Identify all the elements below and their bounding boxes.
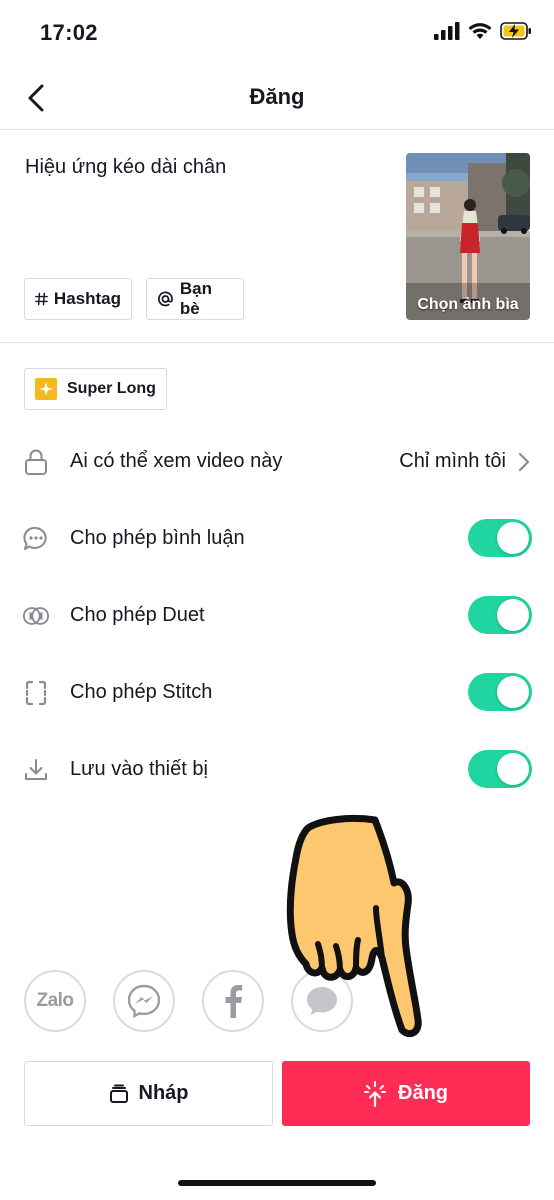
hashtag-button[interactable]: Hashtag (24, 278, 132, 320)
effect-sparkle-icon (35, 378, 57, 400)
privacy-value: Chỉ mình tôi (399, 450, 506, 472)
share-facebook-button[interactable] (202, 970, 264, 1032)
share-messenger-button[interactable] (113, 970, 175, 1032)
duet-label: Cho phép Duet (70, 604, 205, 626)
duet-toggle[interactable] (468, 596, 532, 634)
facebook-icon (225, 985, 243, 1018)
share-zalo-button[interactable]: Zalo (24, 970, 86, 1032)
drafts-icon (109, 1084, 128, 1103)
home-indicator (178, 1180, 376, 1186)
battery-charging-icon (500, 22, 531, 40)
draft-label: Nháp (138, 1082, 189, 1104)
at-sign-icon (158, 291, 173, 307)
stitch-toggle[interactable] (468, 673, 532, 711)
privacy-label: Ai có thể xem video này (70, 450, 283, 472)
effect-chip[interactable]: Super Long (24, 368, 167, 410)
post-button[interactable]: Đăng (282, 1061, 530, 1126)
status-bar: 17:02 (0, 0, 554, 66)
mention-friends-button[interactable]: Bạn bè (146, 278, 244, 320)
zalo-icon: Zalo (36, 990, 74, 1011)
stitch-label: Cho phép Stitch (70, 681, 213, 703)
status-time: 17:02 (40, 20, 98, 45)
stitch-setting-row: Cho phép Stitch (0, 663, 554, 723)
draft-button[interactable]: Nháp (24, 1061, 273, 1126)
nav-header: Đăng (0, 66, 554, 130)
lock-icon (22, 448, 50, 476)
privacy-setting-row[interactable]: Ai có thể xem video này Chỉ mình tôi (0, 432, 554, 492)
cover-image (406, 153, 530, 320)
duet-icon (22, 602, 50, 630)
messenger-icon (127, 984, 161, 1019)
hash-icon (35, 292, 48, 306)
status-icons (434, 22, 532, 40)
caption-input[interactable]: Hiệu ứng kéo dài chân (25, 156, 226, 179)
save-toggle[interactable] (468, 750, 532, 788)
wifi-icon (468, 23, 492, 39)
duet-setting-row: Cho phép Duet (0, 586, 554, 646)
toggle-knob (497, 676, 529, 708)
toggle-knob (497, 522, 529, 554)
pointing-hand-illustration (286, 814, 422, 1038)
cellular-signal-icon (434, 22, 460, 40)
friends-label: Bạn bè (179, 279, 212, 318)
comment-icon (22, 525, 50, 553)
cover-label: Chọn ảnh bìa (417, 296, 519, 313)
save-setting-row: Lưu vào thiết bị (0, 740, 554, 800)
page-title: Đăng (249, 84, 305, 109)
save-label: Lưu vào thiết bị (70, 758, 208, 780)
post-sparkle-icon (364, 1080, 386, 1107)
section-divider (0, 342, 554, 343)
cover-thumbnail[interactable]: Chọn ảnh bìa (406, 153, 530, 320)
toggle-knob (497, 753, 529, 785)
comments-toggle[interactable] (468, 519, 532, 557)
download-icon (22, 756, 50, 784)
post-label: Đăng (398, 1082, 448, 1104)
effect-label: Super Long (67, 380, 156, 397)
toggle-knob (497, 599, 529, 631)
stitch-icon (22, 679, 50, 707)
hashtag-label: Hashtag (53, 289, 121, 308)
chevron-right-icon (518, 452, 530, 472)
comments-label: Cho phép bình luận (70, 527, 245, 549)
comments-setting-row: Cho phép bình luận (0, 509, 554, 569)
